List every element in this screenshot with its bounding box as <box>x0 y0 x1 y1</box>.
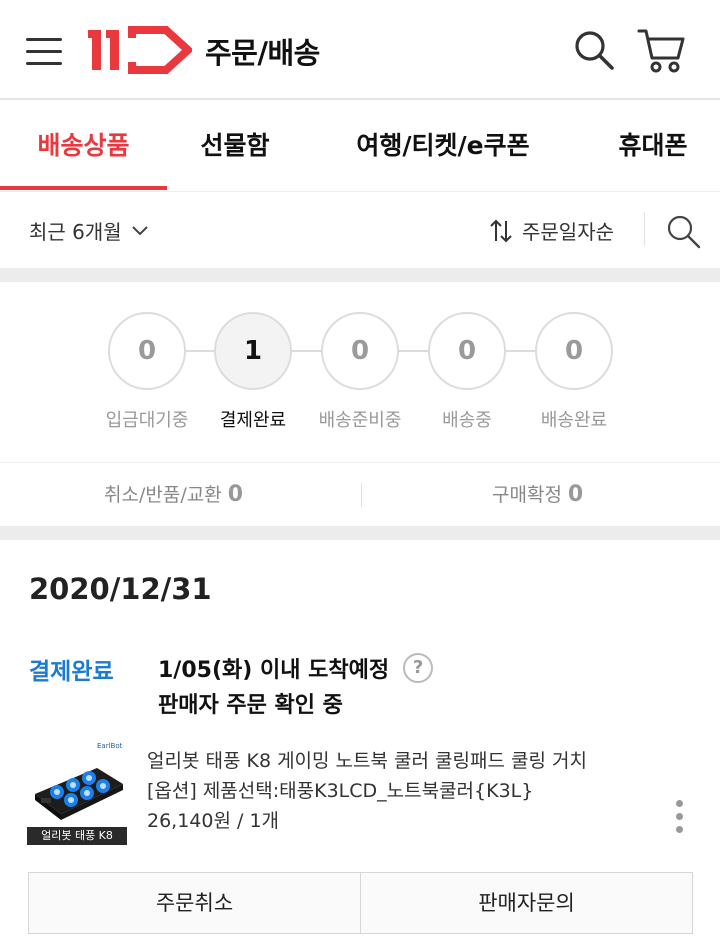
sort-arrows-icon <box>490 219 512 242</box>
step-in-transit-count[interactable]: 0 <box>428 312 506 390</box>
thumbnail-caption: 얼리봇 태풍 K8 <box>27 827 127 845</box>
cancel-order-button[interactable]: 주문취소 <box>28 872 361 934</box>
product-option: [옵션] 제품선택:태풍K3LCD_노트북쿨러{K3L} <box>147 780 534 802</box>
tab-gift-box[interactable]: 선물함 <box>180 100 290 192</box>
step-awaiting-deposit-label: 입금대기중 <box>105 410 189 431</box>
step-connector <box>398 350 430 352</box>
section-divider <box>0 526 720 540</box>
order-summary-bar: 취소/반품/교환 0 구매확정 0 <box>0 462 720 526</box>
cancel-return-exchange-link[interactable]: 취소/반품/교환 0 <box>104 463 243 527</box>
search-icon[interactable] <box>572 28 616 72</box>
app-header: 주문/배송 <box>0 0 720 100</box>
period-dropdown[interactable]: 최근 6개월 <box>29 216 148 245</box>
tab-shipping-products[interactable]: 배송상품 <box>0 100 167 192</box>
delivery-estimate: 1/05(화) 이내 도착예정 ? <box>158 652 434 684</box>
cancel-return-exchange-label: 취소/반품/교환 <box>104 484 222 506</box>
step-preparing-shipment-count[interactable]: 0 <box>321 312 399 390</box>
step-payment-complete-label: 결제완료 <box>219 410 287 431</box>
step-delivered-label: 배송완료 <box>540 410 608 431</box>
purchase-confirmed-count: 0 <box>567 482 584 507</box>
step-connector <box>506 350 536 352</box>
product-name[interactable]: 얼리봇 태풍 K8 게이밍 노트북 쿨러 쿨링패드 쿨링 거치 <box>147 746 587 773</box>
thumb-brand: EarlBot <box>97 742 123 750</box>
step-in-transit-label: 배송중 <box>442 410 492 431</box>
order-search-icon[interactable] <box>664 212 702 250</box>
step-connector <box>186 350 216 352</box>
section-divider <box>0 268 720 282</box>
cart-icon[interactable] <box>636 26 686 74</box>
product-price-quantity: 26,140원 / 1개 <box>147 810 280 832</box>
purchase-confirmed-link[interactable]: 구매확정 0 <box>492 463 583 527</box>
divider <box>644 212 645 246</box>
tab-mobile-phone[interactable]: 휴대폰 <box>598 100 708 192</box>
step-connector <box>292 350 322 352</box>
sort-label: 주문일자순 <box>522 220 614 244</box>
step-delivered-count[interactable]: 0 <box>535 312 613 390</box>
sort-button[interactable]: 주문일자순 <box>488 216 614 245</box>
period-label: 최근 6개월 <box>29 220 122 244</box>
filter-bar: 최근 6개월 주문일자순 <box>0 192 720 268</box>
step-awaiting-deposit-count[interactable]: 0 <box>108 312 186 390</box>
product-thumbnail[interactable]: EarlBot 얼리봇 태풍 K8 <box>27 736 127 846</box>
step-preparing-shipment-label: 배송준비중 <box>318 410 402 431</box>
step-payment-complete-count[interactable]: 1 <box>214 312 292 390</box>
order-status-badge: 결제완료 <box>29 659 114 685</box>
chevron-down-icon <box>131 225 148 235</box>
more-options-icon[interactable] <box>668 796 690 836</box>
help-question-icon[interactable]: ? <box>403 653 434 683</box>
page-title: 주문/배송 <box>205 36 320 70</box>
active-tab-indicator <box>0 186 167 190</box>
laptop-cooler-image: EarlBot <box>27 736 127 828</box>
cancel-return-exchange-count: 0 <box>227 482 243 507</box>
hamburger-menu-icon[interactable] <box>26 30 64 68</box>
divider <box>361 483 362 507</box>
delivery-estimate-text: 1/05(화) 이내 도착예정 <box>158 658 390 683</box>
11st-logo[interactable] <box>88 24 192 76</box>
order-status-steps: 0 1 0 0 0 입금대기중 결제완료 배송준비중 배송중 배송완료 <box>0 282 720 462</box>
seller-inquiry-button[interactable]: 판매자문의 <box>360 872 693 934</box>
purchase-confirmed-label: 구매확정 <box>492 484 562 506</box>
tab-travel-ticket-ecoupon[interactable]: 여행/티켓/e쿠폰 <box>336 100 550 192</box>
category-tabs: 배송상품 선물함 여행/티켓/e쿠폰 휴대폰 <box>0 100 720 192</box>
order-date: 2020/12/31 <box>29 572 212 606</box>
seller-confirmation-status: 판매자 주문 확인 중 <box>158 693 343 718</box>
